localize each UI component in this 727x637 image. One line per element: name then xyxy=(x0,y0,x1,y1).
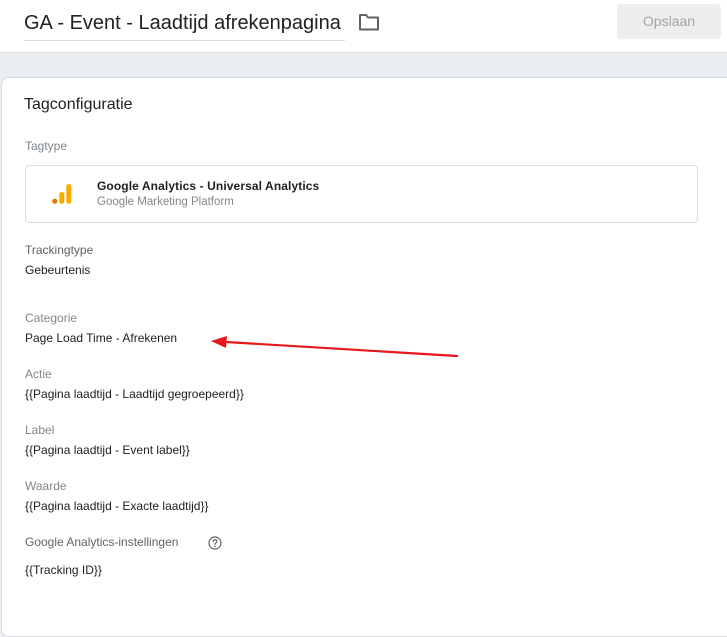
tagtype-name: Google Analytics - Universal Analytics xyxy=(97,179,320,193)
category-value: Page Load Time - Afrekenen xyxy=(25,331,178,345)
tag-configuration-card xyxy=(1,77,727,637)
action-value: {{Pagina laadtijd - Laadtijd gegroepeerd… xyxy=(25,387,244,401)
folder-icon[interactable] xyxy=(358,12,380,32)
ga-settings-label: Google Analytics-instellingen xyxy=(25,535,179,549)
tracking-type-value: Gebeurtenis xyxy=(25,263,91,277)
event-label-value: {{Pagina laadtijd - Event label}} xyxy=(25,443,190,457)
value-value: {{Pagina laadtijd - Exacte laadtijd}} xyxy=(25,499,209,513)
tag-name-field[interactable]: GA - Event - Laadtijd afrekenpagina xyxy=(24,10,345,41)
tracking-type-label: Trackingtype xyxy=(25,243,94,257)
help-icon[interactable] xyxy=(208,536,222,550)
event-label-label: Label xyxy=(25,423,55,437)
action-label: Actie xyxy=(25,367,52,381)
google-analytics-icon xyxy=(52,184,72,204)
tagtype-subtitle: Google Marketing Platform xyxy=(97,196,234,208)
section-title: Tagconfiguratie xyxy=(24,96,133,113)
category-label: Categorie xyxy=(25,311,78,325)
tagtype-label: Tagtype xyxy=(25,139,68,153)
top-bar: GA - Event - Laadtijd afrekenpagina Opsl… xyxy=(0,0,727,53)
tagtype-selector[interactable]: Google Analytics - Universal Analytics G… xyxy=(25,165,698,223)
value-label: Waarde xyxy=(25,479,67,493)
save-button[interactable]: Opslaan xyxy=(617,4,721,39)
ga-settings-value: {{Tracking ID}} xyxy=(25,563,102,577)
